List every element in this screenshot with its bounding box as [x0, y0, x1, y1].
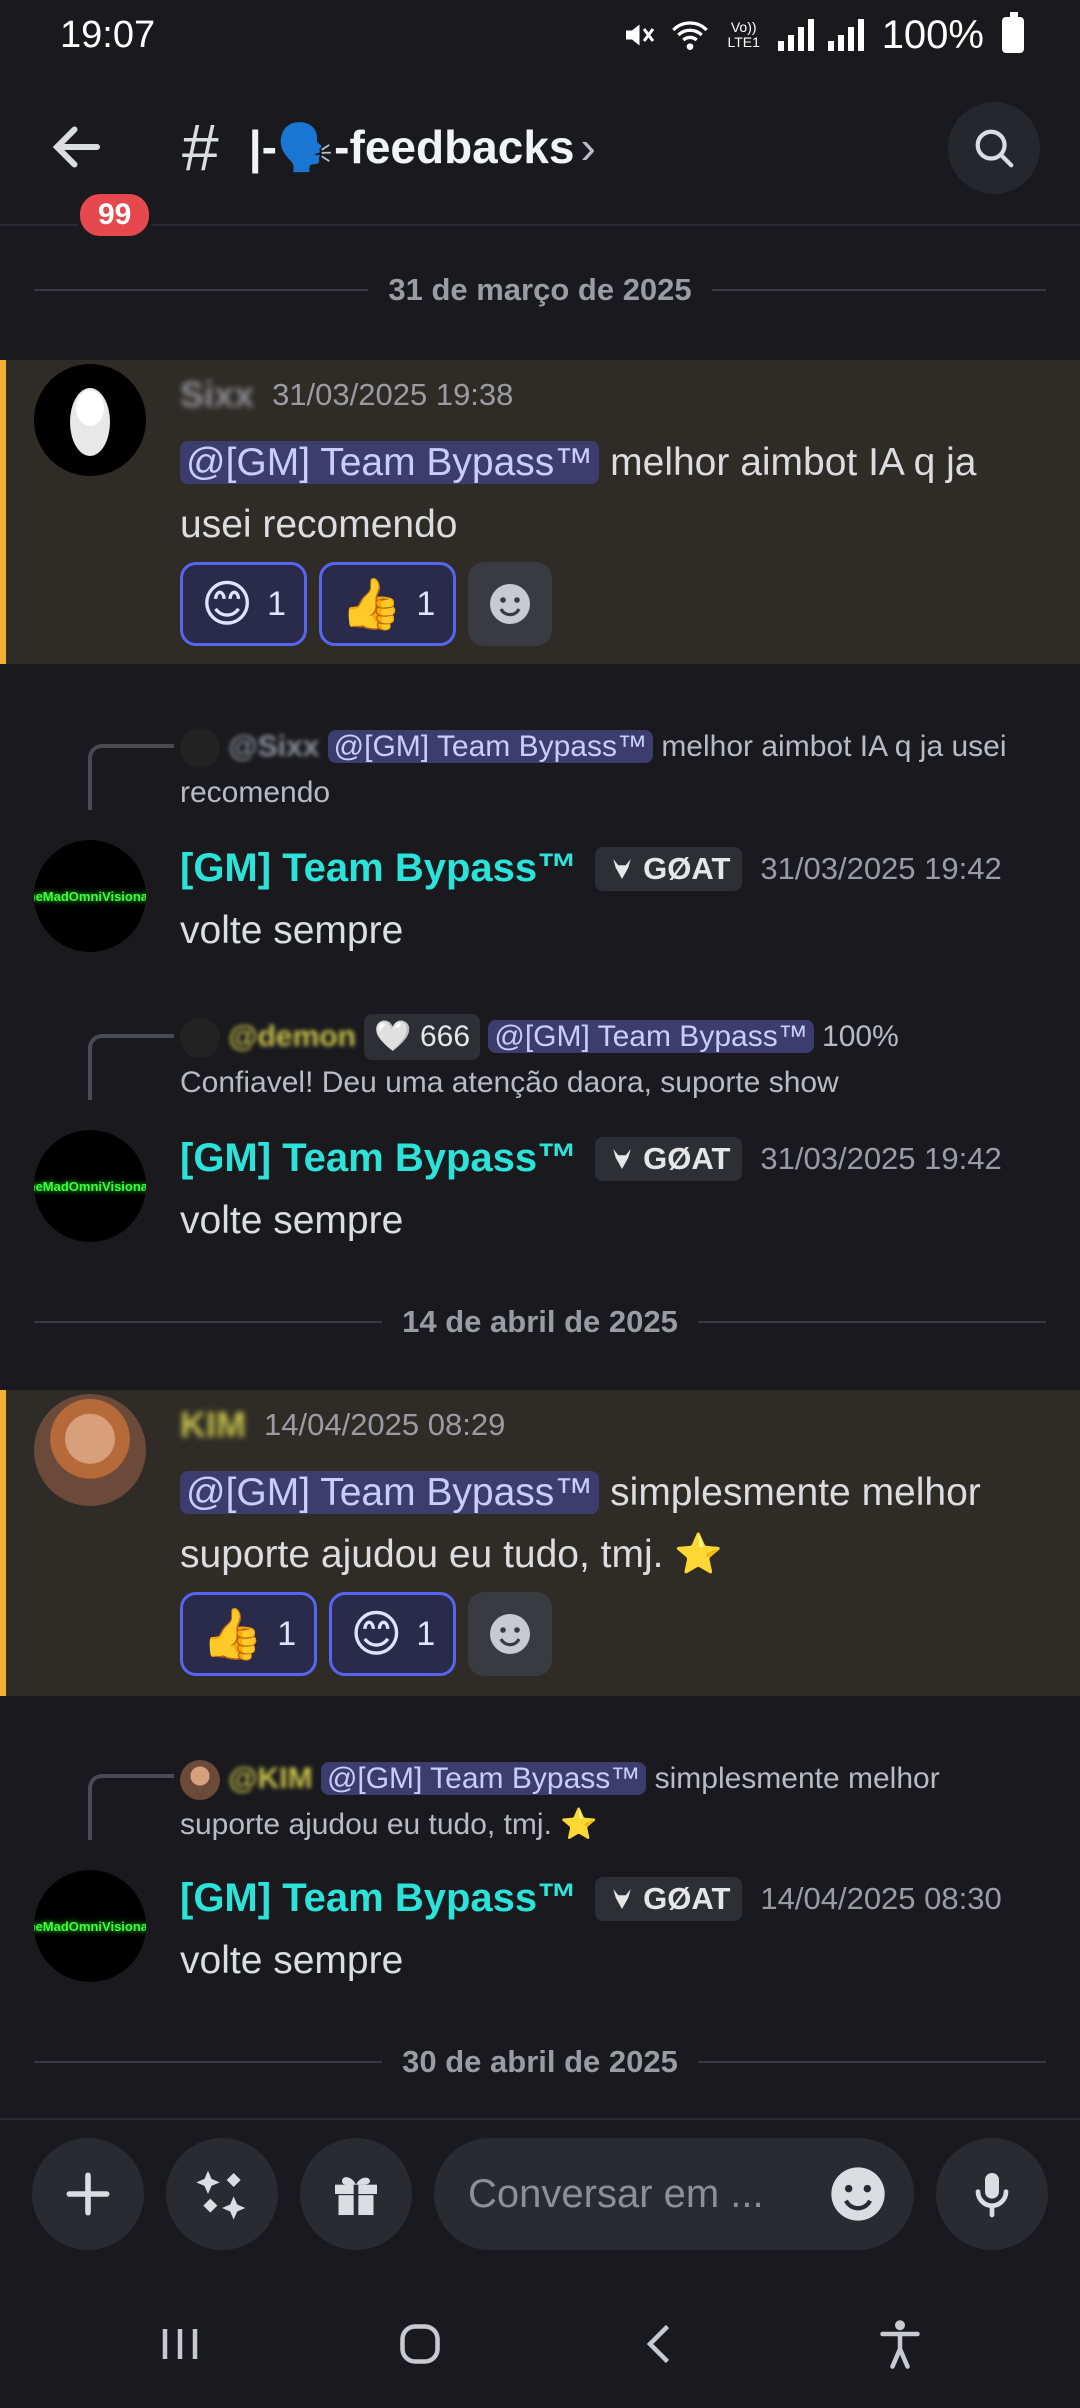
timestamp: 14/04/2025 08:29 [264, 1407, 506, 1442]
emoji-picker-icon[interactable] [826, 2162, 890, 2226]
message-content: @[GM] Team Bypass™ simplesmente melhor s… [180, 1471, 981, 1576]
avatar[interactable] [34, 364, 146, 476]
avatar[interactable]: TheMadOmniVisionary [34, 1130, 146, 1242]
add-reaction-button[interactable] [468, 562, 553, 646]
apps-sparkle-icon [196, 2170, 246, 2220]
arrow-left-icon [52, 126, 100, 168]
avatar[interactable] [34, 1394, 146, 1506]
reactions: 👍 1 😊 1 [180, 1592, 553, 1676]
status-time: 19:07 [60, 13, 156, 56]
message-header: [GM] Team Bypass™ GØAT 31/03/2025 19:42 [180, 846, 1002, 891]
microphone-icon [975, 2173, 1009, 2218]
message-input-wrapper [434, 2138, 914, 2250]
status-icons: Vo)) LTE1 [620, 17, 864, 53]
reaction-button[interactable]: 👍 1 [319, 562, 457, 646]
reactions: 😊 1 👍 1 [180, 562, 553, 646]
message-list[interactable]: 31 de março de 2025 Sixx 31/03/2025 19:3… [0, 228, 1080, 2118]
username[interactable]: [GM] Team Bypass™ [180, 846, 577, 891]
accessibility-icon[interactable] [870, 2314, 930, 2374]
back-button[interactable]: 99 [32, 102, 154, 240]
role-badge: GØAT [595, 1136, 743, 1181]
message-input[interactable] [468, 2171, 798, 2217]
message-composer [0, 2118, 1080, 2268]
volte-label: Vo)) LTE1 [727, 19, 760, 50]
status-right: Vo)) LTE1 100% [620, 12, 1024, 58]
reply-preview[interactable]: @KIM @[GM] Team Bypass™ simplesmente mel… [180, 1756, 1060, 1848]
timestamp: 31/03/2025 19:42 [760, 1140, 1002, 1176]
home-icon[interactable] [390, 2314, 450, 2374]
reaction-button[interactable]: 👍 1 [180, 1592, 318, 1676]
reply-connector [88, 1774, 174, 1840]
goat-icon [613, 1148, 631, 1169]
reply-preview[interactable]: @Sixx @[GM] Team Bypass™ melhor aimbot I… [180, 724, 1060, 816]
channel-hash-icon: # [182, 110, 219, 184]
goat-icon [613, 1888, 631, 1909]
timestamp: 31/03/2025 19:42 [760, 850, 1002, 886]
avatar [180, 728, 220, 769]
role-badge: GØAT [595, 846, 743, 891]
voice-message-button[interactable] [936, 2138, 1048, 2250]
message-content: volte sempre [180, 1939, 404, 1982]
date-separator: 14 de abril de 2025 [34, 1302, 1046, 1342]
reply-preview[interactable]: @demon 🤍 666 @[GM] Team Bypass™ 100% Con… [180, 1014, 1060, 1106]
channel-title[interactable]: |-🗣️-feedbacks › [249, 120, 596, 175]
reply-connector [88, 1034, 174, 1100]
message-highlighted[interactable]: Sixx 31/03/2025 19:38 @[GM] Team Bypass™… [0, 360, 1080, 664]
gift-button[interactable] [300, 2138, 412, 2250]
role-badge: GØAT [595, 1876, 743, 1921]
date-separator: 31 de março de 2025 [34, 270, 1047, 310]
gift-icon [335, 2177, 377, 2215]
signal-icon [777, 19, 814, 51]
add-attachment-button[interactable] [32, 2138, 144, 2250]
search-icon [975, 129, 1014, 168]
mute-icon [625, 24, 654, 46]
message-header: [GM] Team Bypass™ GØAT 14/04/2025 08:30 [180, 1876, 1002, 1921]
battery-percent: 100% [881, 12, 984, 57]
message-content: @[GM] Team Bypass™ melhor aimbot IA q ja… [180, 441, 977, 546]
smiley-icon [490, 584, 531, 624]
smiley-icon [490, 1614, 531, 1654]
reaction-button[interactable]: 😊 1 [180, 562, 308, 646]
battery-icon [1002, 12, 1024, 53]
reply-connector [88, 744, 174, 810]
add-reaction-button[interactable] [468, 1592, 553, 1676]
avatar [180, 1018, 220, 1059]
date-label: 14 de abril de 2025 [402, 1304, 678, 1339]
date-separator: 30 de abril de 2025 [34, 2042, 1046, 2082]
username[interactable]: [GM] Team Bypass™ [180, 1136, 577, 1181]
plus-icon [66, 2172, 110, 2216]
goat-icon [613, 858, 631, 879]
date-label: 31 de março de 2025 [388, 272, 692, 307]
apps-button[interactable] [166, 2138, 278, 2250]
timestamp: 31/03/2025 19:38 [272, 377, 514, 412]
avatar[interactable]: TheMadOmniVisionary [34, 840, 146, 952]
channel-name: |-🗣️-feedbacks [248, 120, 575, 173]
channel-header: 99 # |-🗣️-feedbacks › [0, 70, 1080, 240]
mention[interactable]: @[GM] Team Bypass™ [180, 1471, 600, 1514]
search-button[interactable] [948, 102, 1040, 194]
avatar[interactable]: TheMadOmniVisionary [34, 1870, 146, 1982]
reaction-button[interactable]: 😊 1 [329, 1592, 457, 1676]
message-content: volte sempre [180, 909, 404, 952]
back-nav-icon[interactable] [630, 2314, 690, 2374]
status-bar: 19:07 Vo)) LTE1 100% [0, 0, 1080, 70]
avatar [180, 1760, 220, 1801]
chevron-right-icon: › [580, 121, 596, 173]
recent-apps-icon[interactable] [150, 2314, 210, 2374]
signal-icon-2 [827, 19, 864, 51]
username[interactable]: KIM [180, 1404, 246, 1446]
wifi-icon [671, 21, 708, 50]
mention[interactable]: @[GM] Team Bypass™ [180, 441, 600, 484]
date-label: 30 de abril de 2025 [402, 2044, 678, 2079]
message-header: [GM] Team Bypass™ GØAT 31/03/2025 19:42 [180, 1136, 1002, 1181]
system-nav-bar [0, 2280, 1080, 2408]
username[interactable]: [GM] Team Bypass™ [180, 1876, 577, 1921]
message-content: volte sempre [180, 1199, 404, 1242]
username[interactable]: Sixx [180, 374, 254, 416]
message-highlighted[interactable]: KIM 14/04/2025 08:29 @[GM] Team Bypass™ … [0, 1390, 1080, 1696]
timestamp: 14/04/2025 08:30 [760, 1880, 1002, 1916]
